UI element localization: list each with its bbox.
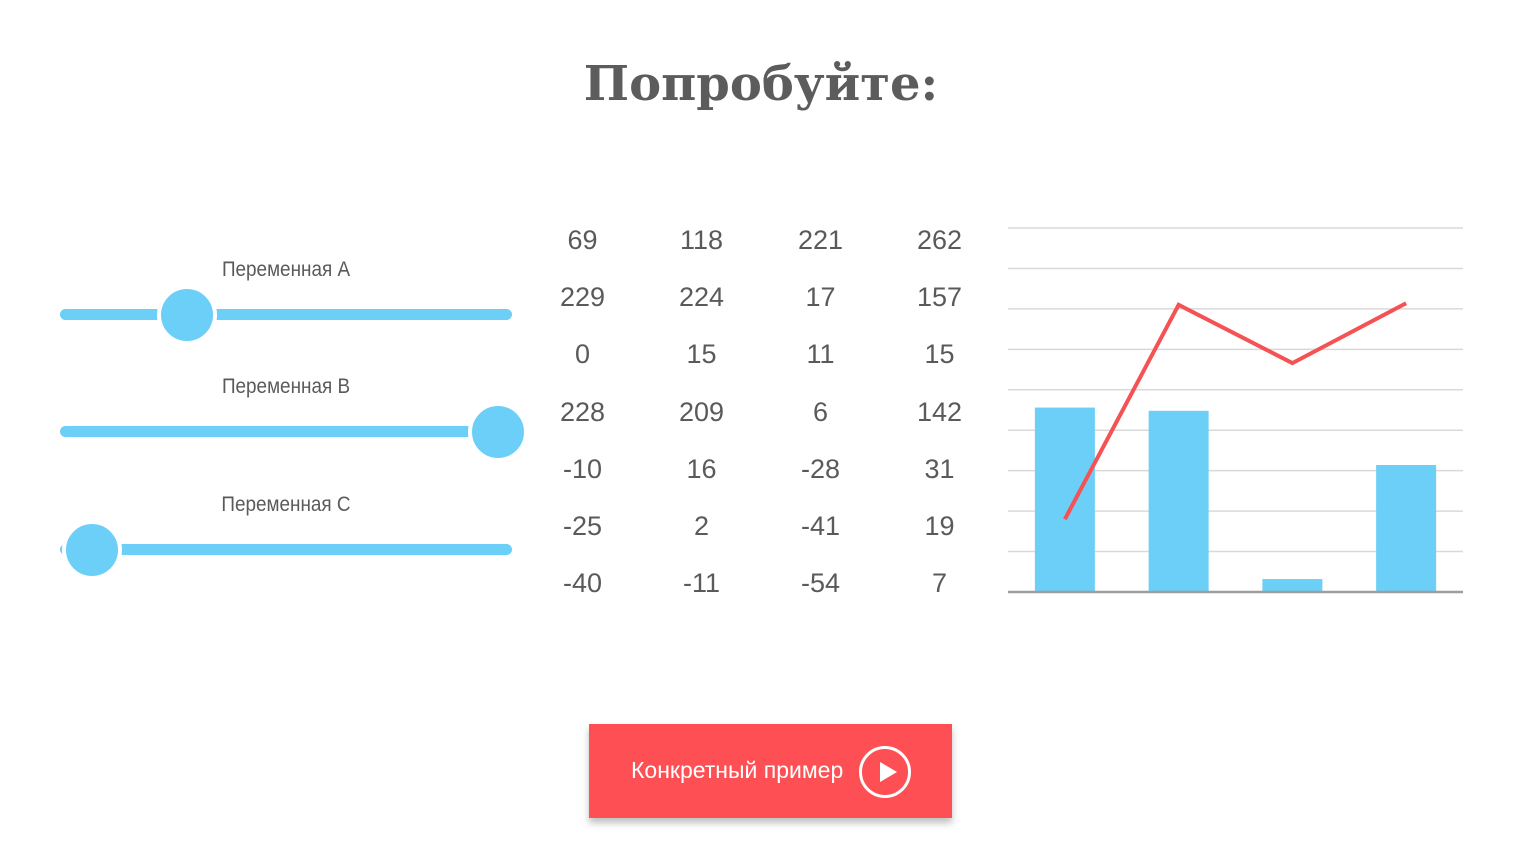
chart-bar	[1376, 465, 1437, 592]
table-cell: -25	[562, 511, 603, 542]
table-cell: 7	[931, 568, 948, 599]
table-cell: 262	[916, 225, 963, 256]
table-cell: 118	[679, 225, 724, 256]
slider-thumb-b[interactable]	[468, 402, 529, 462]
table-cell: 209	[678, 396, 725, 427]
table-cell: 0	[574, 339, 591, 370]
values-table: 69 118 221 262 229 224 17 157 0 15 11 15 228 209 6 142 -…	[523, 212, 999, 612]
table-cell: 142	[916, 396, 963, 427]
table-cell: -41	[800, 511, 841, 542]
table-row: 0 15 11 15	[523, 326, 999, 383]
example-button-label: Конкретный пример	[631, 757, 844, 783]
table-row: -10 16 -28 31	[523, 441, 999, 498]
example-button[interactable]: Конкретный пример	[589, 724, 952, 818]
slider-variable-c[interactable]: Переменная C	[60, 485, 512, 580]
slider-variable-a[interactable]: Переменная A	[60, 250, 512, 345]
table-cell: -10	[562, 453, 603, 484]
table-cell: 224	[678, 282, 725, 313]
table-cell: 11	[806, 339, 835, 370]
table-cell: 17	[805, 282, 836, 313]
chart-bar	[1262, 579, 1323, 592]
table-cell: -40	[562, 568, 603, 599]
slider-label-c: Переменная C	[221, 493, 351, 516]
slider-thumb-c[interactable]	[61, 520, 122, 580]
table-cell: -54	[800, 568, 841, 599]
table-cell: 31	[924, 453, 955, 484]
slider-track-c[interactable]	[60, 544, 512, 555]
table-cell: 16	[686, 453, 717, 484]
chart-line-series	[1063, 301, 1408, 521]
combo-chart	[1008, 227, 1463, 594]
chart-bar	[1148, 410, 1209, 592]
table-cell: 19	[924, 511, 955, 542]
table-cell: 221	[797, 225, 844, 256]
slider-thumb-a[interactable]	[156, 285, 217, 345]
table-cell: 229	[559, 282, 606, 313]
play-icon	[859, 746, 911, 798]
table-cell: 15	[924, 339, 955, 370]
table-cell: 157	[916, 282, 963, 313]
page-title: Попробуйте:	[583, 56, 939, 112]
table-row: 69 118 221 262	[523, 212, 999, 269]
table-cell: 69	[567, 225, 598, 256]
table-cell: 15	[686, 339, 717, 370]
table-row: -40 -11 -54 7	[523, 555, 999, 612]
slider-track-a[interactable]	[60, 309, 512, 320]
slider-variable-b[interactable]: Переменная B	[60, 367, 529, 462]
table-cell: 228	[559, 396, 606, 427]
table-row: -25 2 -41 19	[523, 498, 999, 555]
table-row: 229 224 17 157	[523, 269, 999, 326]
slider-label-b: Переменная B	[221, 375, 351, 398]
values-table-body: 69 118 221 262 229 224 17 157 0 15 11 15 228 209 6 142 -…	[523, 212, 999, 612]
table-cell: -11	[682, 568, 721, 599]
table-cell: -28	[800, 453, 841, 484]
chart-bar	[1034, 407, 1095, 592]
slider-label-a: Переменная A	[221, 258, 351, 281]
table-cell: 2	[693, 511, 710, 542]
table-cell: 6	[812, 396, 829, 427]
slider-track-b[interactable]	[60, 426, 512, 437]
table-row: 228 209 6 142	[523, 384, 999, 441]
